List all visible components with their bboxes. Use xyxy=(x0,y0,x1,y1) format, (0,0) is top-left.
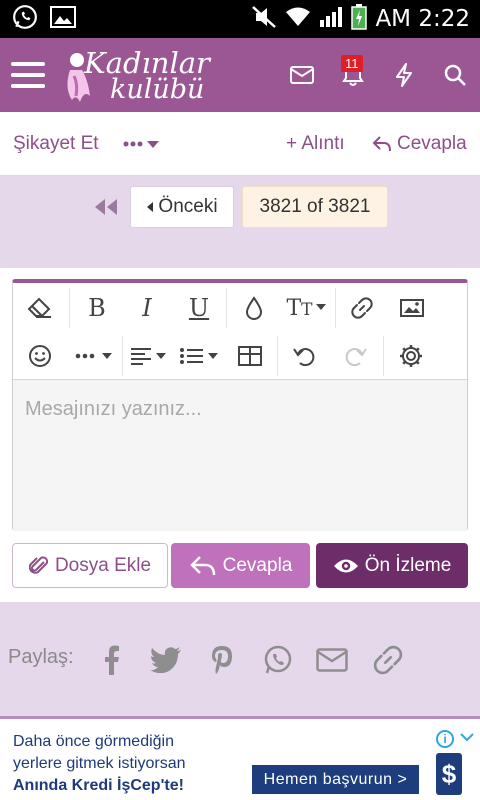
envelope-icon xyxy=(289,66,314,84)
notifications-button[interactable]: 11 xyxy=(327,38,378,112)
more-actions-button[interactable] xyxy=(122,112,162,176)
share-facebook-button[interactable] xyxy=(92,640,132,680)
redo-button[interactable] xyxy=(331,333,381,379)
insert-link-button[interactable] xyxy=(337,285,387,331)
link-icon xyxy=(351,297,373,319)
whatsapp-icon xyxy=(264,645,292,674)
ad-text-line1: Daha önce görmediğin xyxy=(13,733,174,750)
notification-badge: 11 xyxy=(341,55,363,72)
share-email-button[interactable] xyxy=(312,640,352,680)
editor-settings-button[interactable] xyxy=(386,333,436,379)
preview-button[interactable]: Ön İzleme xyxy=(316,543,468,588)
text-color-button[interactable] xyxy=(229,285,279,331)
reply-arrow-icon xyxy=(372,136,391,152)
share-whatsapp-button[interactable] xyxy=(258,640,298,680)
twitter-icon xyxy=(150,647,181,673)
bank-logo-icon: $ xyxy=(430,749,470,799)
table-icon xyxy=(238,346,262,366)
emoji-button[interactable] xyxy=(15,333,65,379)
site-logo[interactable]: Kadınlar kulübü xyxy=(62,46,212,106)
eye-icon xyxy=(333,559,358,572)
reply-arrow-icon xyxy=(189,555,215,575)
mute-icon xyxy=(251,5,277,34)
list-button[interactable] xyxy=(175,333,223,379)
chevron-down-icon xyxy=(315,304,326,310)
quote-link[interactable]: + Alıntı xyxy=(286,112,345,176)
image-icon xyxy=(400,299,424,317)
search-icon xyxy=(444,64,466,86)
undo-button[interactable] xyxy=(279,333,329,379)
eraser-icon xyxy=(27,297,51,318)
post-action-row: Şikayet Et + Alıntı Cevapla xyxy=(0,112,480,176)
wifi-icon xyxy=(285,6,311,33)
editor-toolbar: B I U TT xyxy=(13,283,467,379)
app-header: Kadınlar kulübü 11 xyxy=(0,38,480,112)
current-page-indicator[interactable]: 3821 of 3821 xyxy=(242,186,388,228)
share-link-button[interactable] xyxy=(368,640,408,680)
ad-info-icon[interactable]: i xyxy=(436,730,454,748)
reply-editor-section: B I U TT Mesajınızı yazınız... Dosya Ekl… xyxy=(0,268,480,602)
redo-icon xyxy=(345,348,367,367)
inbox-button[interactable] xyxy=(276,38,327,112)
report-link[interactable]: Şikayet Et xyxy=(13,112,99,176)
italic-button[interactable]: I xyxy=(122,285,172,331)
submit-reply-button[interactable]: Cevapla xyxy=(171,543,310,588)
link-icon xyxy=(373,645,403,675)
droplet-icon xyxy=(245,296,263,320)
ad-close-icon[interactable] xyxy=(460,729,474,747)
ad-text-line2: yerlere gitmek istiyorsan xyxy=(13,755,186,772)
share-twitter-button[interactable] xyxy=(146,640,186,680)
share-pinterest-button[interactable] xyxy=(202,640,242,680)
battery-icon xyxy=(351,3,368,35)
share-label: Paylaş: xyxy=(8,646,74,668)
facebook-icon xyxy=(105,645,119,675)
bullet-list-icon xyxy=(180,348,218,364)
clear-format-button[interactable] xyxy=(15,285,65,331)
bold-button[interactable]: B xyxy=(72,285,122,331)
more-options-button[interactable] xyxy=(69,333,121,379)
reply-link[interactable]: Cevapla xyxy=(372,112,467,176)
insert-table-button[interactable] xyxy=(225,333,275,379)
search-button[interactable] xyxy=(429,38,480,112)
rich-text-editor: B I U TT Mesajınızı yazınız... xyxy=(12,279,468,531)
ad-text-line3: Anında Kredi İşCep'te! xyxy=(13,777,184,794)
underline-button[interactable]: U xyxy=(174,285,224,331)
font-size-button[interactable]: TT xyxy=(279,285,333,331)
double-chevron-left-icon xyxy=(95,199,117,215)
chevron-left-icon xyxy=(147,202,154,212)
pinterest-icon xyxy=(212,646,232,674)
more-dots-icon xyxy=(75,353,112,359)
previous-page-button[interactable]: Önceki xyxy=(130,186,234,228)
italic-icon: I xyxy=(142,294,152,322)
align-button[interactable] xyxy=(125,333,171,379)
clock: AM 2:22 xyxy=(375,6,470,32)
svg-text:$: $ xyxy=(442,759,457,789)
activity-button[interactable] xyxy=(378,38,429,112)
signal-icon xyxy=(319,6,343,33)
undo-icon xyxy=(293,348,315,367)
more-dots-icon xyxy=(123,141,159,148)
lightning-icon xyxy=(395,63,412,87)
paperclip-icon xyxy=(28,555,48,574)
attach-file-button[interactable]: Dosya Ekle xyxy=(12,543,168,588)
text-size-icon: TT xyxy=(286,295,313,321)
ad-cta-button[interactable]: Hemen başvurun > xyxy=(252,765,419,794)
insert-image-button[interactable] xyxy=(387,285,437,331)
status-bar: AM 2:22 xyxy=(0,0,480,38)
whatsapp-notification-icon xyxy=(12,4,38,35)
first-page-button[interactable] xyxy=(93,197,119,217)
align-left-icon xyxy=(131,348,166,365)
smiley-icon xyxy=(29,345,51,367)
underline-icon: U xyxy=(188,294,210,322)
pagination: Önceki 3821 of 3821 xyxy=(0,176,480,268)
share-bar: Paylaş: xyxy=(0,602,480,716)
bold-icon: B xyxy=(88,294,106,322)
gear-icon xyxy=(400,345,422,367)
envelope-icon xyxy=(316,648,348,672)
menu-icon[interactable] xyxy=(11,62,45,88)
advertisement-banner[interactable]: Daha önce görmediğin yerlere gitmek isti… xyxy=(0,716,480,800)
gallery-notification-icon xyxy=(50,5,76,33)
message-textarea[interactable]: Mesajınızı yazınız... xyxy=(13,379,467,531)
